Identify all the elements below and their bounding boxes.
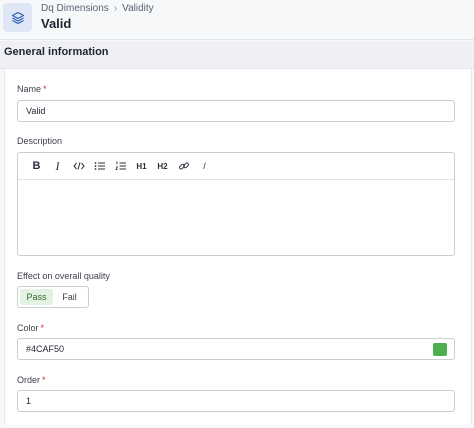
color-input[interactable]: #4CAF50 bbox=[17, 338, 455, 360]
order-input[interactable]: 1 bbox=[17, 390, 455, 412]
required-marker: * bbox=[40, 323, 45, 333]
color-label-text: Color bbox=[17, 323, 39, 333]
bullet-list-icon[interactable] bbox=[89, 156, 110, 176]
layers-icon bbox=[3, 3, 32, 32]
order-label-text: Order bbox=[17, 375, 41, 385]
code-icon[interactable] bbox=[68, 156, 89, 176]
ordered-list-icon[interactable] bbox=[110, 156, 131, 176]
order-label: Order * bbox=[17, 375, 46, 385]
editor-toolbar: B I H1 H2 / bbox=[18, 153, 454, 180]
effect-pass-option[interactable]: Pass bbox=[20, 289, 53, 305]
breadcrumb: Dq Dimensions › Validity bbox=[41, 3, 154, 14]
link-icon[interactable] bbox=[173, 156, 194, 176]
name-label-text: Name bbox=[17, 84, 42, 94]
bold-button[interactable]: B bbox=[26, 156, 47, 176]
page-header: Dq Dimensions › Validity Valid bbox=[0, 0, 474, 40]
section-title: General information bbox=[4, 46, 109, 58]
breadcrumb-parent-link[interactable]: Dq Dimensions bbox=[41, 3, 109, 14]
heading-2-button[interactable]: H2 bbox=[152, 156, 173, 176]
required-marker: * bbox=[43, 84, 47, 94]
description-editor: B I H1 H2 / bbox=[17, 152, 455, 256]
effect-label: Effect on overall quality bbox=[17, 271, 110, 281]
name-input-value: Valid bbox=[26, 106, 46, 116]
description-textarea[interactable] bbox=[18, 180, 454, 255]
effect-toggle: Pass Fail bbox=[17, 286, 89, 308]
page-title: Valid bbox=[41, 16, 72, 31]
clear-format-button[interactable]: / bbox=[194, 156, 215, 176]
heading-1-button[interactable]: H1 bbox=[131, 156, 152, 176]
effect-fail-option[interactable]: Fail bbox=[53, 289, 86, 305]
order-input-value: 1 bbox=[26, 396, 32, 406]
description-label: Description bbox=[17, 136, 63, 146]
breadcrumb-current: Validity bbox=[122, 3, 154, 14]
name-input[interactable]: Valid bbox=[17, 100, 455, 122]
name-label: Name * bbox=[17, 84, 47, 94]
color-label: Color * bbox=[17, 323, 44, 333]
chevron-right-icon: › bbox=[113, 3, 118, 14]
color-input-value: #4CAF50 bbox=[26, 344, 65, 354]
required-marker: * bbox=[42, 375, 46, 385]
italic-button[interactable]: I bbox=[47, 156, 68, 176]
color-swatch[interactable] bbox=[433, 343, 447, 356]
section-header: General information bbox=[0, 41, 474, 69]
